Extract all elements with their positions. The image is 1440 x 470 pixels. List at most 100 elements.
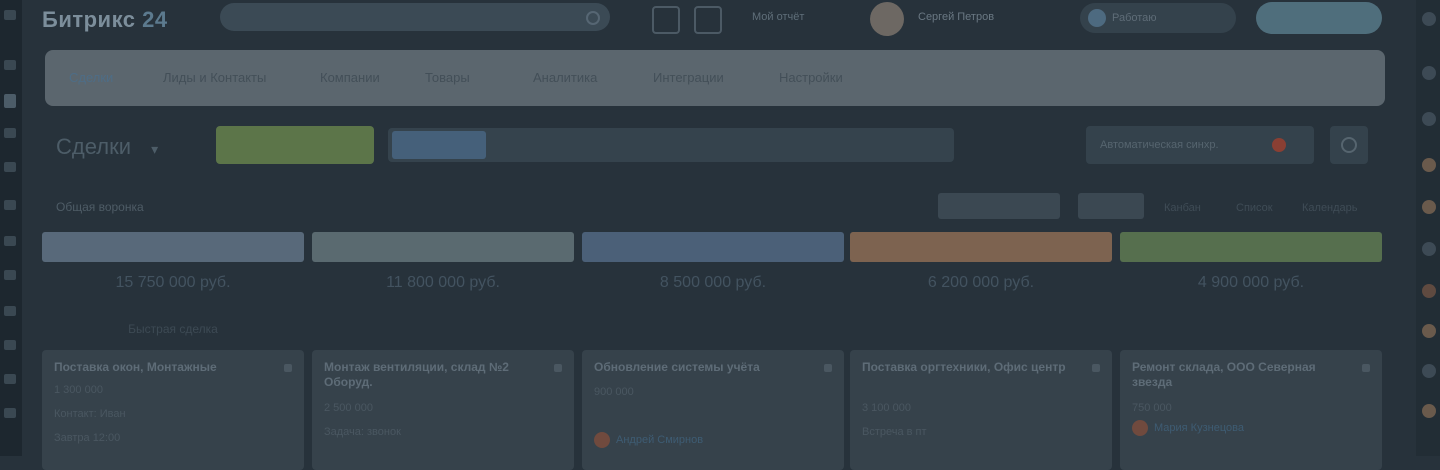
contact-avatar[interactable]: [1422, 404, 1436, 418]
kanban-column: 4 900 000 руб. Ремонт склада, ООО Северн…: [1120, 232, 1382, 470]
rail-icon[interactable]: [1422, 112, 1436, 126]
search-icon: [586, 11, 600, 25]
responsible-avatar[interactable]: [1132, 420, 1148, 436]
quick-deal-link[interactable]: [850, 322, 1112, 340]
invite-button[interactable]: [1256, 2, 1382, 34]
nav-tab-analytics[interactable]: Аналитика: [533, 70, 597, 85]
logo-text: Битрикс: [42, 7, 136, 32]
chevron-down-icon: ▾: [151, 141, 159, 157]
responsible-name[interactable]: Андрей Смирнов: [616, 434, 703, 446]
column-sum: 6 200 000 руб.: [927, 274, 1035, 291]
column-header[interactable]: [312, 232, 574, 262]
deal-amount: 1 300 000: [54, 384, 103, 396]
deal-card[interactable]: Ремонт склада, ООО Северная звезда 750 0…: [1120, 350, 1382, 470]
filter-chip[interactable]: [392, 131, 486, 159]
page-title-text: Сделки: [56, 134, 131, 159]
deal-card[interactable]: Поставка оргтехники, Офис центр 3 100 00…: [850, 350, 1112, 470]
pipeline-selector[interactable]: Общая воронка: [56, 200, 144, 214]
menu-icon[interactable]: [4, 10, 16, 20]
logo[interactable]: Битрикс 24: [42, 7, 168, 33]
deal-title[interactable]: Ремонт склада, ООО Северная звезда: [1132, 360, 1352, 390]
settings-button[interactable]: [1330, 126, 1368, 164]
deal-card[interactable]: Монтаж вентиляции, склад №2 Оборуд. 2 50…: [312, 350, 574, 470]
kanban-column: 8 500 000 руб. Обновление системы учёта …: [582, 232, 844, 470]
rail-icon-active[interactable]: [4, 94, 16, 108]
quick-deal-link[interactable]: [312, 322, 574, 340]
search-input[interactable]: [220, 3, 610, 31]
contact-avatar[interactable]: [1422, 242, 1436, 256]
view-button[interactable]: [938, 193, 1060, 219]
deal-title[interactable]: Поставка окон, Монтажные: [54, 360, 274, 375]
rail-icon[interactable]: [4, 200, 16, 210]
work-status-button[interactable]: Работаю: [1080, 3, 1236, 33]
rail-icon[interactable]: [4, 340, 16, 350]
quick-deal-link[interactable]: Быстрая сделка: [42, 322, 304, 340]
rail-icon[interactable]: [4, 60, 16, 70]
column-sum: 4 900 000 руб.: [1197, 274, 1305, 291]
rail-icon[interactable]: [4, 408, 16, 418]
nav-tab-products[interactable]: Товары: [425, 70, 470, 85]
column-sum: 11 800 000 руб.: [386, 274, 500, 291]
stats-icon[interactable]: [694, 6, 722, 34]
deal-amount: 3 100 000: [862, 402, 911, 414]
page-title[interactable]: Сделки ▾: [56, 134, 158, 160]
card-menu-icon[interactable]: [1092, 364, 1100, 372]
top-bar: Битрикс 24 Мой отчёт Сергей Петров Работ…: [22, 0, 1416, 36]
logo-number: 24: [142, 7, 168, 32]
deal-amount: 2 500 000: [324, 402, 373, 414]
deal-title[interactable]: Поставка оргтехники, Офис центр: [862, 360, 1082, 375]
view-link-kanban[interactable]: Канбан: [1164, 202, 1201, 214]
add-deal-button[interactable]: [216, 126, 374, 164]
column-sum: 8 500 000 руб.: [659, 274, 767, 291]
right-rail: [1416, 0, 1440, 456]
responsible-avatar[interactable]: [594, 432, 610, 448]
deal-title[interactable]: Обновление системы учёта: [594, 360, 814, 375]
card-menu-icon[interactable]: [554, 364, 562, 372]
column-header[interactable]: [1120, 232, 1382, 262]
rail-icon[interactable]: [4, 270, 16, 280]
view-link-list[interactable]: Список: [1236, 202, 1273, 214]
nav-tab-companies[interactable]: Компании: [320, 70, 380, 85]
contact-avatar[interactable]: [1422, 284, 1436, 298]
contact-avatar[interactable]: [1422, 364, 1436, 378]
card-menu-icon[interactable]: [1362, 364, 1370, 372]
view-link-calendar[interactable]: Календарь: [1302, 202, 1358, 214]
nav-tab-integrations[interactable]: Интеграции: [653, 70, 724, 85]
filter-search-input[interactable]: [388, 128, 954, 162]
rail-icon[interactable]: [4, 236, 16, 246]
column-header[interactable]: [42, 232, 304, 262]
rail-icon[interactable]: [4, 306, 16, 316]
kanban-column: 11 800 000 руб. Монтаж вентиляции, склад…: [312, 232, 574, 470]
avatar[interactable]: [870, 2, 904, 36]
user-name[interactable]: Сергей Петров: [918, 11, 994, 23]
column-header[interactable]: [582, 232, 844, 262]
deal-card[interactable]: Поставка окон, Монтажные 1 300 000 Конта…: [42, 350, 304, 470]
quick-deal-link[interactable]: [1120, 322, 1382, 340]
deal-title[interactable]: Монтаж вентиляции, склад №2 Оборуд.: [324, 360, 544, 390]
nav-tab-deals[interactable]: Сделки: [69, 70, 113, 85]
rail-icon[interactable]: [4, 374, 16, 384]
column-sum: 15 750 000 руб.: [115, 274, 231, 291]
autosync-button[interactable]: Автоматическая синхр.: [1086, 126, 1314, 164]
gear-icon: [1341, 137, 1357, 153]
card-menu-icon[interactable]: [284, 364, 292, 372]
card-menu-icon[interactable]: [824, 364, 832, 372]
nav-tab-settings[interactable]: Настройки: [779, 70, 843, 85]
topbar-link[interactable]: Мой отчёт: [752, 11, 804, 23]
nav-tab-leads[interactable]: Лиды и Контакты: [163, 70, 266, 85]
column-header[interactable]: [850, 232, 1112, 262]
quick-deal-link[interactable]: [582, 322, 844, 340]
view-button[interactable]: [1078, 193, 1144, 219]
chat-icon[interactable]: [1422, 66, 1436, 80]
crm-nav: Сделки Лиды и Контакты Компании Товары А…: [45, 50, 1385, 106]
contact-avatar[interactable]: [1422, 200, 1436, 214]
deal-card[interactable]: Обновление системы учёта 900 000 Андрей …: [582, 350, 844, 470]
cart-icon[interactable]: [652, 6, 680, 34]
responsible-name[interactable]: Мария Кузнецова: [1154, 422, 1244, 434]
notification-icon[interactable]: [1422, 12, 1436, 26]
contact-avatar[interactable]: [1422, 324, 1436, 338]
rail-icon[interactable]: [4, 128, 16, 138]
contact-avatar[interactable]: [1422, 158, 1436, 172]
kanban-column: 6 200 000 руб. Поставка оргтехники, Офис…: [850, 232, 1112, 470]
rail-icon[interactable]: [4, 162, 16, 172]
